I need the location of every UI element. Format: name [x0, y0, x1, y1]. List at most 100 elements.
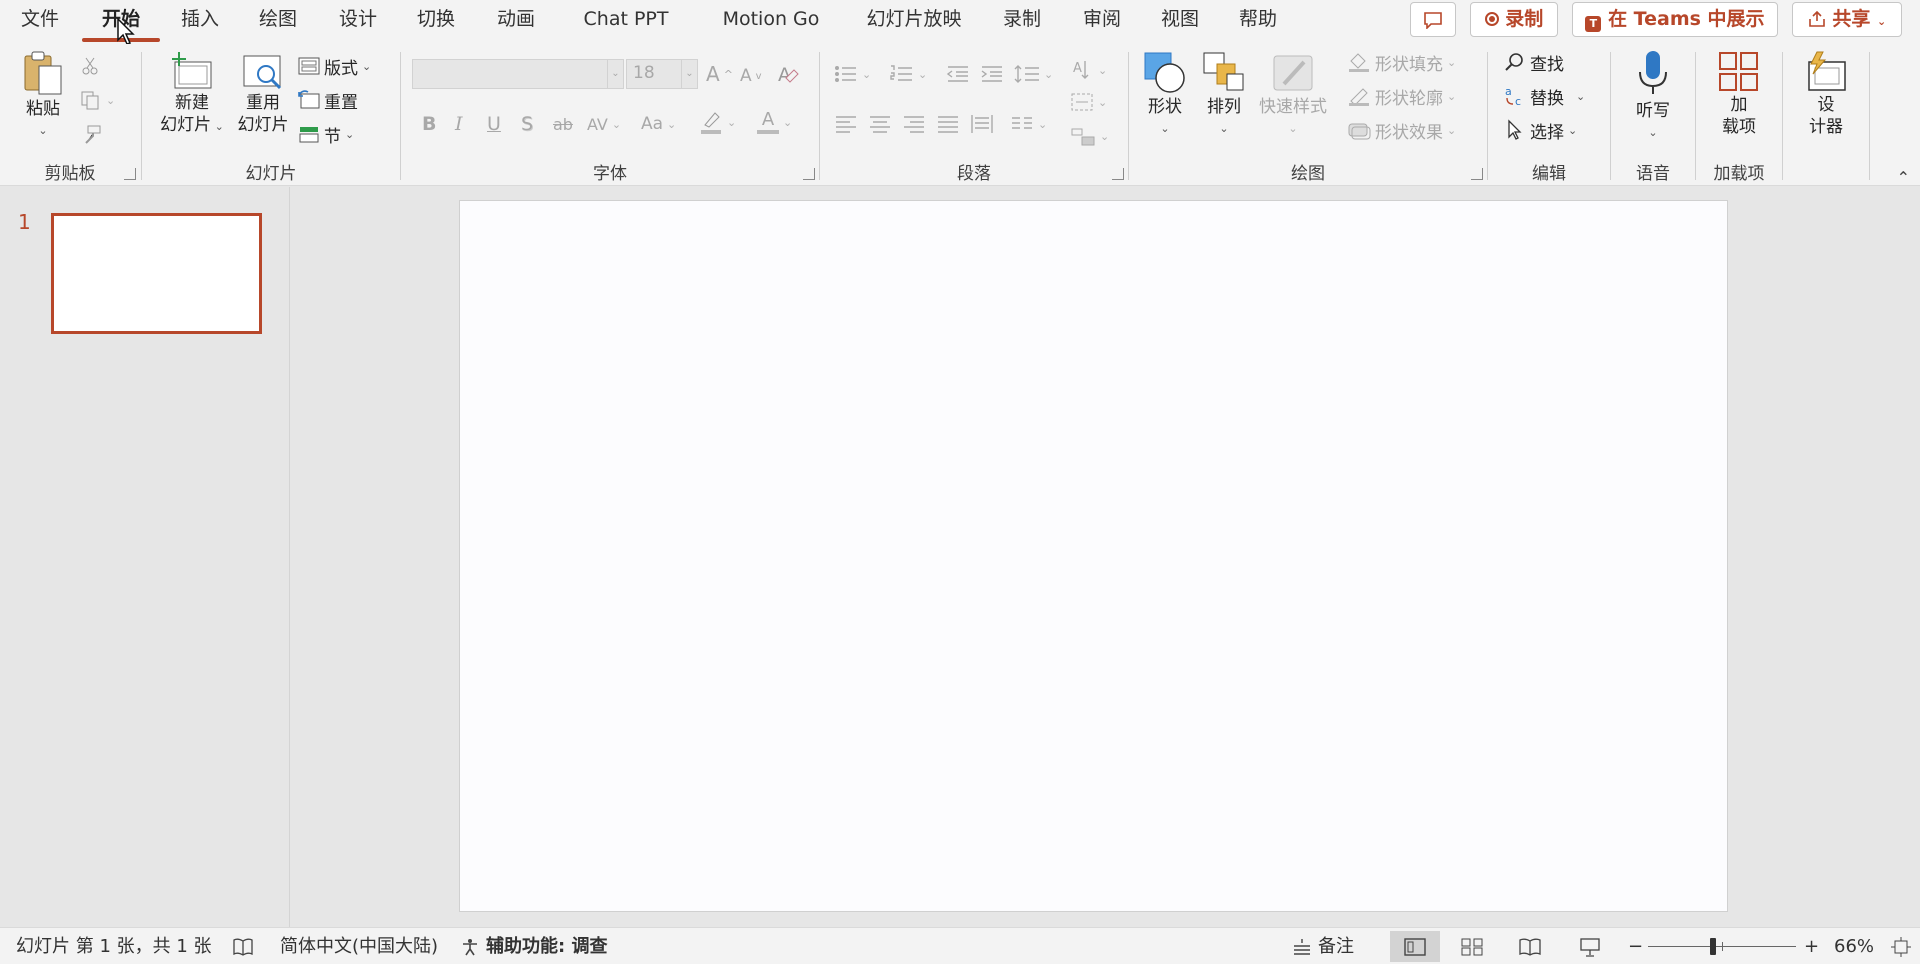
- decrease-indent-button[interactable]: [946, 60, 970, 88]
- strikethrough-button[interactable]: ab: [553, 110, 573, 138]
- align-left-button[interactable]: [834, 110, 858, 138]
- find-button[interactable]: 查找: [1504, 48, 1564, 76]
- tab-help[interactable]: 帮助: [1230, 0, 1286, 40]
- new-slide-button[interactable]: 新建 幻灯片 ⌄: [156, 50, 228, 138]
- tab-transitions[interactable]: 切换: [408, 0, 464, 40]
- bold-button[interactable]: B: [422, 110, 436, 138]
- shape-effects-button[interactable]: 形状效果 ⌄: [1347, 116, 1456, 144]
- increase-indent-button[interactable]: [980, 60, 1004, 88]
- convert-to-smartart-button[interactable]: ⌄: [1070, 122, 1109, 150]
- chevron-down-icon: ⌄: [1100, 129, 1110, 143]
- change-case-button[interactable]: Aa ⌄: [641, 110, 676, 138]
- paste-button[interactable]: 粘贴 ⌄: [18, 50, 68, 142]
- fit-to-window-button[interactable]: [1890, 928, 1912, 964]
- font-size-select[interactable]: 18 ⌄: [626, 59, 698, 89]
- dialog-launcher-icon[interactable]: [1471, 168, 1483, 180]
- columns-button[interactable]: ⌄: [1010, 110, 1047, 138]
- section-button[interactable]: 节 ⌄: [298, 120, 354, 148]
- bullets-button[interactable]: ⌄: [834, 60, 871, 88]
- language-status[interactable]: 简体中文(中国大陆): [280, 928, 438, 964]
- cut-button[interactable]: [80, 52, 100, 80]
- select-button[interactable]: 选择 ⌄: [1504, 116, 1577, 144]
- layout-button[interactable]: 版式 ⌄: [298, 52, 371, 80]
- notes-button[interactable]: 备注: [1292, 928, 1354, 964]
- justify-button[interactable]: [936, 110, 960, 138]
- format-painter-button[interactable]: [80, 120, 102, 148]
- present-in-teams-button[interactable]: T 在 Teams 中展示: [1572, 2, 1778, 37]
- quick-styles-label: 快速样式: [1259, 97, 1327, 117]
- dialog-launcher-icon[interactable]: [124, 168, 136, 180]
- addins-button[interactable]: 加 载项: [1710, 50, 1768, 138]
- tab-slideshow[interactable]: 幻灯片放映: [858, 0, 970, 40]
- arrange-button[interactable]: 排列 ⌄: [1199, 50, 1249, 140]
- grow-font-button[interactable]: A ^: [706, 60, 733, 88]
- slideshow-view-button[interactable]: [1570, 931, 1610, 962]
- zoom-in-button[interactable]: +: [1804, 928, 1819, 964]
- tab-review[interactable]: 审阅: [1074, 0, 1130, 40]
- slide-count-status[interactable]: 幻灯片 第 1 张，共 1 张: [16, 928, 212, 964]
- collapse-ribbon-icon[interactable]: ⌃: [1897, 168, 1910, 187]
- tab-design[interactable]: 设计: [330, 0, 386, 40]
- columns-icon: [1012, 117, 1032, 129]
- designer-button[interactable]: 设 计器: [1797, 50, 1855, 138]
- align-right-button[interactable]: [902, 110, 926, 138]
- tab-record[interactable]: 录制: [994, 0, 1050, 40]
- accessibility-status[interactable]: 辅助功能: 调查: [460, 928, 607, 964]
- slide-thumbnail[interactable]: [51, 213, 262, 334]
- distributed-button[interactable]: [970, 110, 994, 138]
- slide-sorter-view-button[interactable]: [1452, 931, 1492, 962]
- shapes-button[interactable]: 形状 ⌄: [1140, 50, 1190, 140]
- numbering-button[interactable]: ⌄: [890, 60, 927, 88]
- tab-chat-ppt[interactable]: Chat PPT: [574, 0, 678, 40]
- italic-button[interactable]: I: [455, 110, 463, 138]
- dialog-launcher-icon[interactable]: [1112, 168, 1124, 180]
- text-direction-button[interactable]: A ⌄: [1070, 56, 1107, 84]
- copy-button[interactable]: ⌄: [80, 86, 115, 114]
- chevron-down-icon: ⌄: [1044, 67, 1054, 81]
- tab-draw[interactable]: 绘图: [250, 0, 306, 40]
- tab-insert[interactable]: 插入: [172, 0, 228, 40]
- underline-button[interactable]: U: [487, 110, 501, 138]
- font-name-select[interactable]: ⌄: [412, 59, 624, 89]
- replace-button[interactable]: ac 替换 ⌄: [1504, 82, 1585, 110]
- comments-button[interactable]: [1410, 2, 1456, 37]
- tab-view[interactable]: 视图: [1152, 0, 1208, 40]
- dictate-button[interactable]: 听写 ⌄: [1623, 48, 1683, 144]
- highlight-color-button[interactable]: ⌄: [699, 108, 736, 136]
- chevron-down-icon: ⌄: [362, 59, 372, 73]
- reuse-slides-button[interactable]: 重用 幻灯片: [232, 50, 294, 136]
- zoom-slider-thumb[interactable]: [1710, 938, 1717, 955]
- slide-canvas[interactable]: [459, 200, 1728, 912]
- shape-fill-button[interactable]: 形状填充 ⌄: [1347, 48, 1456, 76]
- chevron-down-icon: ⌄: [783, 115, 793, 129]
- clear-formatting-button[interactable]: A: [776, 60, 800, 88]
- zoom-out-button[interactable]: −: [1628, 928, 1643, 964]
- line-spacing-button[interactable]: ⌄: [1014, 60, 1053, 88]
- normal-view-button[interactable]: [1390, 931, 1440, 962]
- zoom-slider-track[interactable]: [1648, 938, 1796, 955]
- strikethrough-label: ab: [553, 114, 573, 134]
- paragraph-group-label: 段落: [957, 164, 991, 184]
- voice-group: 听写 ⌄ 语音: [1611, 44, 1695, 186]
- text-shadow-button[interactable]: S: [521, 110, 533, 138]
- spell-check-status[interactable]: [232, 928, 254, 964]
- tab-motion-go[interactable]: Motion Go: [712, 0, 830, 40]
- align-text-button[interactable]: ⌄: [1070, 88, 1107, 116]
- tab-file[interactable]: 文件: [14, 0, 66, 40]
- character-spacing-button[interactable]: AV ⌄: [587, 110, 621, 138]
- record-button[interactable]: 录制: [1470, 2, 1558, 37]
- distributed-icon: [971, 115, 993, 133]
- zoom-level[interactable]: 66%: [1834, 928, 1874, 964]
- tab-animations[interactable]: 动画: [488, 0, 544, 40]
- share-button[interactable]: 共享 ⌄: [1792, 2, 1902, 37]
- shrink-font-button[interactable]: Av: [740, 62, 762, 90]
- underline-label: U: [487, 113, 501, 135]
- font-color-button[interactable]: A ⌄: [757, 108, 792, 136]
- align-center-button[interactable]: [868, 110, 892, 138]
- reading-view-button[interactable]: [1510, 931, 1550, 962]
- dictate-label: 听写: [1636, 101, 1670, 121]
- quick-styles-button[interactable]: 快速样式 ⌄: [1255, 50, 1331, 140]
- reset-button[interactable]: 重置: [298, 86, 358, 114]
- shape-outline-button[interactable]: 形状轮廓 ⌄: [1347, 82, 1456, 110]
- dialog-launcher-icon[interactable]: [803, 168, 815, 180]
